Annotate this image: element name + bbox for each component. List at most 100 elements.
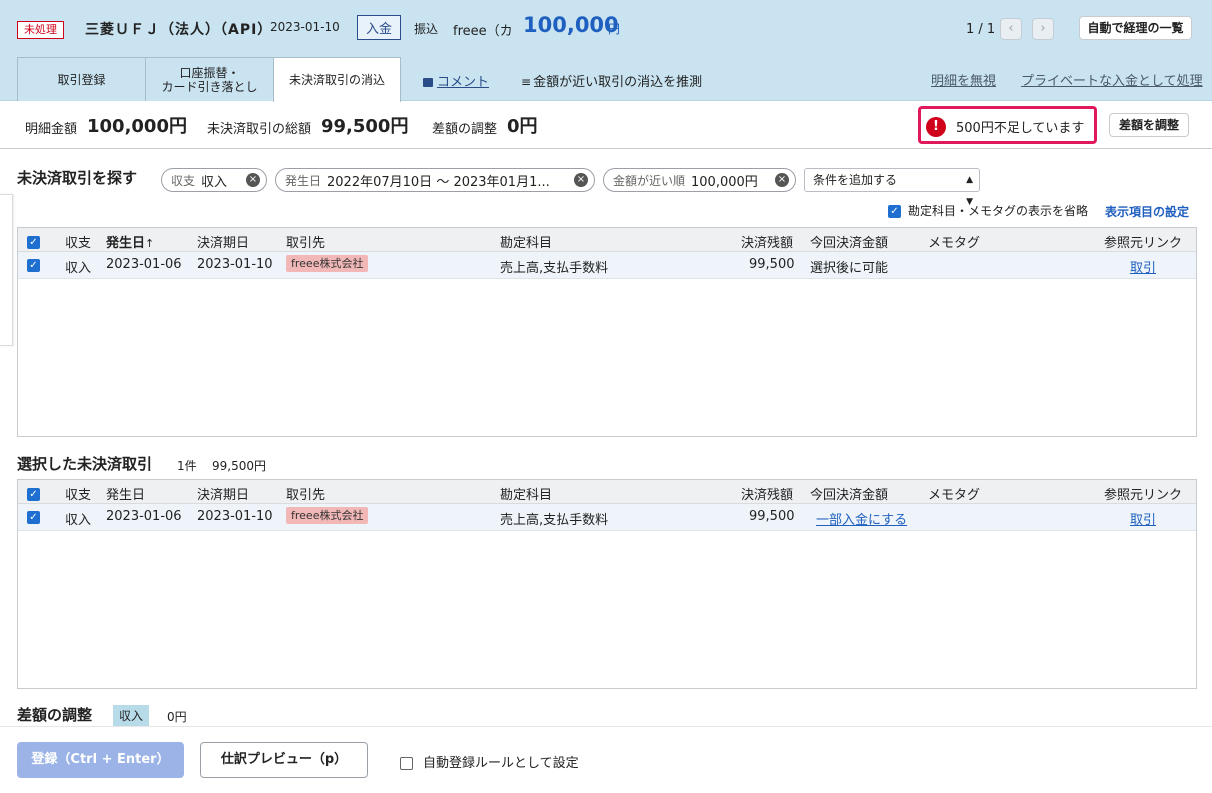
pager-text: 1 / 1 [966,22,996,37]
selected-table: ✓ 収支 発生日 決済期日 取引先 勘定科目 決済残額 今回決済金額 メモタグ … [17,479,1197,689]
adjustment-value: 0円 [167,710,187,724]
register-button[interactable]: 登録（Ctrl + Enter） [17,742,184,778]
header-amount: 100,000 [523,13,619,37]
col-date[interactable]: 発生日↑ [106,232,154,251]
next-button[interactable]: › [1032,18,1054,40]
tab-reconcile[interactable]: 未決済取引の消込 [273,57,401,102]
chip-value: 100,000円 [691,174,758,190]
search-section-title: 未決済取引を探す [17,169,138,187]
checkbox-checked-icon: ✓ [27,511,40,524]
col-memo: メモタグ [928,236,981,251]
checkbox-unchecked-icon[interactable] [400,757,413,770]
column-settings-link[interactable]: 表示項目の設定 [1105,203,1189,220]
ref-link[interactable]: 取引 [1130,509,1156,528]
col-type: 収支 [65,236,92,251]
cell-balance: 99,500 [749,257,795,272]
ref-link[interactable]: 取引 [1130,257,1156,276]
auto-rule-option[interactable]: 自動登録ルールとして設定 [400,752,579,771]
guess-link[interactable]: ≡ 金額が近い取引の消込を推測 [521,71,702,90]
filter-chip-amount[interactable]: 金額が近い順 100,000円 × [603,168,796,192]
chip-key: 発生日 [285,173,322,188]
prev-button[interactable]: ‹ [1000,18,1022,40]
unsettled-total-label: 未決済取引の総額 [207,122,312,137]
col-due: 決済期日 [197,236,250,251]
detail-amount-label: 明細金額 [25,122,78,137]
tab-transfer[interactable]: 口座振替・ カード引き落とし [145,57,274,101]
checkbox-checked-icon: ✓ [27,488,40,501]
select-all-checkbox[interactable]: ✓ [27,487,40,502]
chip-key: 収支 [171,173,196,188]
cell-due: 2023-01-10 [197,509,273,524]
sort-lines-icon: ≡ [521,75,532,89]
selected-count: 1件 [177,459,197,473]
add-condition-label: 条件を追加する [813,173,898,187]
col-this-amount: 今回決済金額 [810,488,889,503]
chip-value: 収入 [201,174,228,190]
col-memo: メモタグ [928,488,981,503]
tab-label: 口座振替・ カード引き落とし [161,65,258,94]
chip-value: 2022年07月10日 〜 2023年01月1... [327,174,550,190]
adjust-label: 差額の調整 [432,122,498,137]
selected-section-title: 選択した未決済取引 [17,455,153,473]
col-date: 発生日 [106,488,146,503]
adjustment-type-badge: 収入 [113,705,150,726]
adjust-difference-button[interactable]: 差額を調整 [1109,113,1189,137]
auto-rule-label: 自動登録ルールとして設定 [423,756,579,771]
col-balance: 決済残額 [741,488,794,503]
tab-label: 取引登録 [57,72,106,87]
status-badge: 未処理 [17,21,64,39]
col-due: 決済期日 [197,488,250,503]
partial-payment-link[interactable]: 一部入金にする [816,509,907,528]
cell-this-amount: 選択後に可能 [810,261,889,276]
auto-accounting-list-button[interactable]: 自動で経理の一覧 [1079,16,1192,40]
table-header: ✓ 収支 発生日↑ 決済期日 取引先 勘定科目 決済残額 今回決済金額 メモタグ… [18,228,1196,252]
table-row[interactable]: ✓ 収入 2023-01-06 2023-01-10 freee株式会社 売上高… [18,252,1196,279]
table-header: ✓ 収支 発生日 決済期日 取引先 勘定科目 決済残額 今回決済金額 メモタグ … [18,480,1196,504]
transaction-type-badge: 入金 [357,15,402,40]
table-row[interactable]: ✓ 収入 2023-01-06 2023-01-10 freee株式会社 売上高… [18,504,1196,531]
clear-icon[interactable]: × [574,173,588,187]
ignore-link[interactable]: 明細を無視 [931,70,996,89]
header-bar: 未処理 三菱ＵＦＪ（法人）（API） 2023-01-10 入金 振込 free… [0,0,1212,102]
add-condition-select[interactable]: 条件を追加する ▲ ▼ [804,168,980,207]
comment-icon [423,78,433,87]
col-account: 勘定科目 [500,488,553,503]
cell-partner: freee株式会社 [286,255,369,272]
checkbox-checked-icon: ✓ [27,236,40,249]
select-all-checkbox[interactable]: ✓ [27,235,40,250]
chip-key: 金額が近い順 [613,173,686,188]
col-this-amount: 今回決済金額 [810,236,889,251]
cell-type: 収入 [65,513,92,528]
col-partner: 取引先 [286,488,326,503]
transfer-label: 振込 [414,22,439,36]
cell-type: 収入 [65,261,92,276]
cell-balance: 99,500 [749,509,795,524]
side-drawer-handle[interactable] [0,194,13,346]
chevron-right-icon: › [1040,21,1046,36]
checkbox-checked-icon[interactable]: ✓ [888,205,901,218]
tab-register[interactable]: 取引登録 [17,57,146,101]
cell-due: 2023-01-10 [197,257,273,272]
comment-link[interactable]: コメント [423,71,489,90]
filter-chip-date[interactable]: 発生日 2022年07月10日 〜 2023年01月1... × [275,168,595,192]
col-account: 勘定科目 [500,236,553,251]
detail-amount-value: 100,000円 [87,116,187,137]
omit-display-option[interactable]: ✓ 勘定科目・メモタグの表示を省略 [888,202,1088,219]
col-ref: 参照元リンク [1104,488,1183,503]
guess-link-label: 金額が近い取引の消込を推測 [533,75,703,90]
journal-preview-button[interactable]: 仕訳プレビュー（p） [200,742,368,778]
clear-icon[interactable]: × [775,173,789,187]
cell-date: 2023-01-06 [106,257,182,272]
filter-chip-type[interactable]: 収支 収入 × [161,168,267,192]
clear-icon[interactable]: × [246,173,260,187]
private-income-link[interactable]: プライベートな入金として処理 [1021,70,1203,89]
cell-partner: freee株式会社 [286,507,369,524]
shortage-warning-text: 500円不足しています [956,121,1085,136]
row-checkbox[interactable]: ✓ [27,258,40,273]
row-checkbox[interactable]: ✓ [27,510,40,525]
col-ref: 参照元リンク [1104,236,1183,251]
unsettled-total-value: 99,500円 [321,116,409,137]
partner-tag: freee株式会社 [286,507,369,524]
shortage-warning: ! 500円不足しています [918,106,1097,144]
col-type: 収支 [65,488,92,503]
